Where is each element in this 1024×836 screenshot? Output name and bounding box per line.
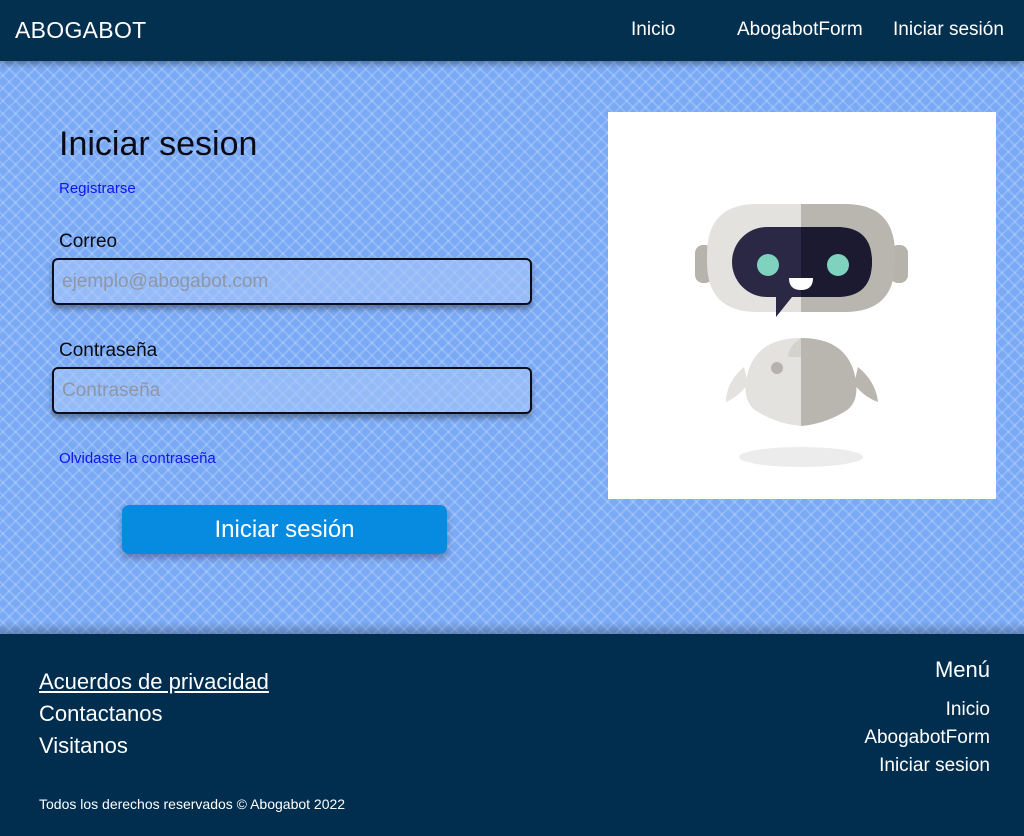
copyright-text: Todos los derechos reservados © Abogabot… <box>39 796 346 812</box>
robot-mascot-icon <box>695 204 908 467</box>
footer-menu-inicio[interactable]: Inicio <box>946 699 990 721</box>
register-link[interactable]: Registrarse <box>59 180 136 197</box>
email-field[interactable] <box>52 258 532 305</box>
footer-menu-abogabotform[interactable]: AbogabotForm <box>864 727 990 749</box>
brand-logo-text[interactable]: ABOGABOT <box>15 17 146 44</box>
nav-link-iniciar-sesion[interactable]: Iniciar sesión <box>893 19 1004 41</box>
section-bottom-shadow <box>0 622 1024 634</box>
footer-link-visitanos[interactable]: Visitanos <box>39 733 128 759</box>
footer-menu-iniciar-sesion[interactable]: Iniciar sesion <box>879 755 990 777</box>
footer-menu-title: Menú <box>934 657 990 682</box>
password-label: Contraseña <box>59 340 158 361</box>
nav-link-inicio[interactable]: Inicio <box>631 19 675 41</box>
top-navbar: ABOGABOT Inicio AbogabotForm Iniciar ses… <box>0 0 1024 61</box>
nav-link-abogabotform[interactable]: AbogabotForm <box>737 19 863 41</box>
footer: Acuerdos de privacidad Contactanos Visit… <box>0 634 1024 836</box>
robot-illustration-card <box>608 112 996 499</box>
login-section: Iniciar sesion Registrarse Correo Contra… <box>0 61 1024 634</box>
password-field[interactable] <box>52 367 532 414</box>
login-submit-button[interactable]: Iniciar sesión <box>122 505 447 554</box>
email-label: Correo <box>59 231 118 252</box>
forgot-password-link[interactable]: Olvidaste la contraseña <box>59 450 216 467</box>
footer-link-contactanos[interactable]: Contactanos <box>39 701 163 727</box>
page-title: Iniciar sesion <box>59 125 258 163</box>
footer-link-privacidad[interactable]: Acuerdos de privacidad <box>39 669 269 695</box>
